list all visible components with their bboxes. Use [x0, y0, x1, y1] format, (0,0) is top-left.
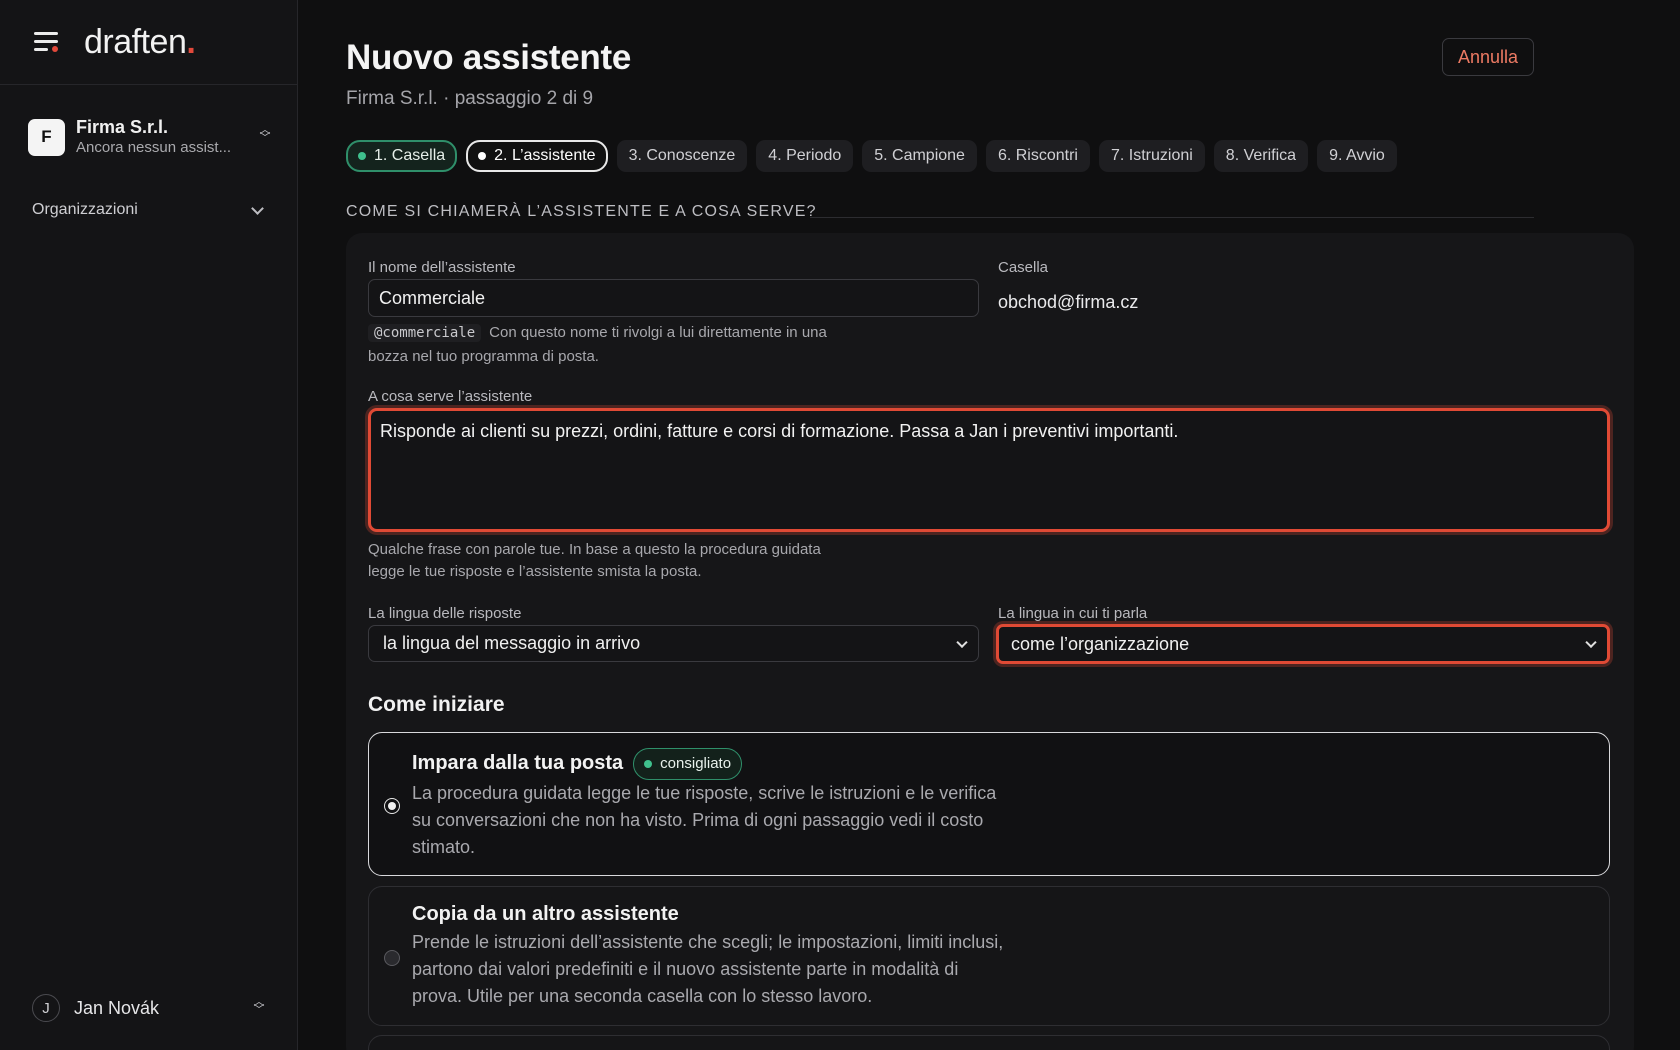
- step-5[interactable]: 5. Campione: [862, 140, 977, 172]
- mailbox-value: obchod@firma.cz: [998, 292, 1139, 312]
- start-heading: Come iniziare: [368, 693, 505, 716]
- step-done-dot-icon: [358, 152, 366, 160]
- step-1[interactable]: 1. Casella: [346, 140, 458, 172]
- assistant-name-input[interactable]: [368, 279, 979, 317]
- main-content: Nuovo assistente Firma S.r.l. · passaggi…: [298, 0, 1680, 1050]
- page-subtitle: Firma S.r.l. · passaggio 2 di 9: [346, 88, 594, 109]
- option-description: Prende le istruzioni dell’assistente che…: [412, 932, 1004, 1006]
- purpose-hint: Qualche frase con parole tue. In base a …: [368, 541, 821, 580]
- organization-switcher[interactable]: F Firma S.r.l. Ancora nessun assist... ︿…: [28, 112, 272, 162]
- radio-unselected[interactable]: [384, 950, 400, 966]
- chevron-down-icon: [1585, 636, 1597, 649]
- chevron-down-icon: [956, 636, 968, 648]
- step-current-dot-icon: [478, 152, 487, 160]
- step-9[interactable]: 9. Avvio: [1317, 140, 1397, 172]
- sidebar-header: draften.: [0, 0, 297, 85]
- logo[interactable]: draften.: [84, 23, 196, 62]
- wizard-steps: 1. Casella 2. L’assistente 3. Conoscenze…: [346, 140, 1397, 172]
- talk-language-select[interactable]: come l’organizzazione: [996, 624, 1610, 664]
- menu-icon[interactable]: [32, 31, 60, 53]
- chevron-down-icon: [251, 201, 264, 215]
- option-title: Impara dalla tua posta consigliato: [412, 747, 743, 780]
- sidebar: draften. F Firma S.r.l. Ancora nessun as…: [0, 0, 298, 1050]
- talk-language-label: La lingua in cui ti parla: [998, 605, 1148, 622]
- mailbox-label: Casella: [998, 259, 1049, 276]
- step-7[interactable]: 7. Istruzioni: [1098, 140, 1205, 172]
- page-title: Nuovo assistente: [346, 38, 632, 77]
- step-8[interactable]: 8. Verifica: [1213, 140, 1309, 172]
- option-title: Copia da un altro assistente: [412, 903, 679, 925]
- organizations-label: Organizzazioni: [32, 201, 138, 218]
- cancel-button[interactable]: Annulla: [1441, 38, 1534, 76]
- option-description: La procedura guidata legge le tue rispos…: [412, 783, 997, 857]
- purpose-label: A cosa serve l’assistente: [368, 388, 533, 405]
- section-title: Come si chiamerà l’assistente e a cosa s…: [346, 203, 817, 220]
- step-6[interactable]: 6. Riscontri: [985, 140, 1090, 172]
- chevron-up-down-icon: ︿ ﹀: [259, 124, 271, 144]
- chevron-up-down-icon: ︿ ﹀: [253, 996, 265, 1016]
- reply-language-label: La lingua delle risposte: [368, 605, 522, 622]
- radio-selected[interactable]: [384, 798, 400, 814]
- option-learn-from-mail[interactable]: Impara dalla tua posta consigliato La pro…: [368, 732, 1610, 876]
- organizations-section-toggle[interactable]: Organizzazioni: [32, 198, 266, 222]
- recommended-badge: consigliato: [633, 747, 743, 780]
- org-name: Firma S.r.l.: [76, 117, 169, 138]
- org-avatar: F: [28, 118, 65, 156]
- org-subtitle: Ancora nessun assist...: [76, 138, 232, 156]
- option-copy-assistant[interactable]: Copia da un altro assistente Prende le i…: [368, 886, 1610, 1026]
- user-menu[interactable]: J Jan Novák ︿ ﹀: [32, 993, 266, 1023]
- handle-code: @commerciale: [368, 324, 482, 342]
- reply-language-select[interactable]: la lingua del messaggio in arrivo: [368, 625, 979, 662]
- option-third[interactable]: [368, 1035, 1610, 1050]
- step-4[interactable]: 4. Periodo: [756, 140, 854, 172]
- step-3[interactable]: 3. Conoscenze: [616, 140, 748, 172]
- user-name: Jan Novák: [74, 997, 160, 1018]
- assistant-name-label: Il nome dell’assistente: [368, 259, 516, 276]
- avatar: J: [32, 994, 60, 1022]
- step-2[interactable]: 2. L’assistente: [466, 140, 608, 172]
- handle-hint: @commerciale Con questo nome ti rivolgi a…: [368, 324, 827, 365]
- section-divider: [810, 217, 1534, 218]
- purpose-textarea[interactable]: Risponde ai clienti su prezzi, ordini, f…: [368, 408, 1610, 532]
